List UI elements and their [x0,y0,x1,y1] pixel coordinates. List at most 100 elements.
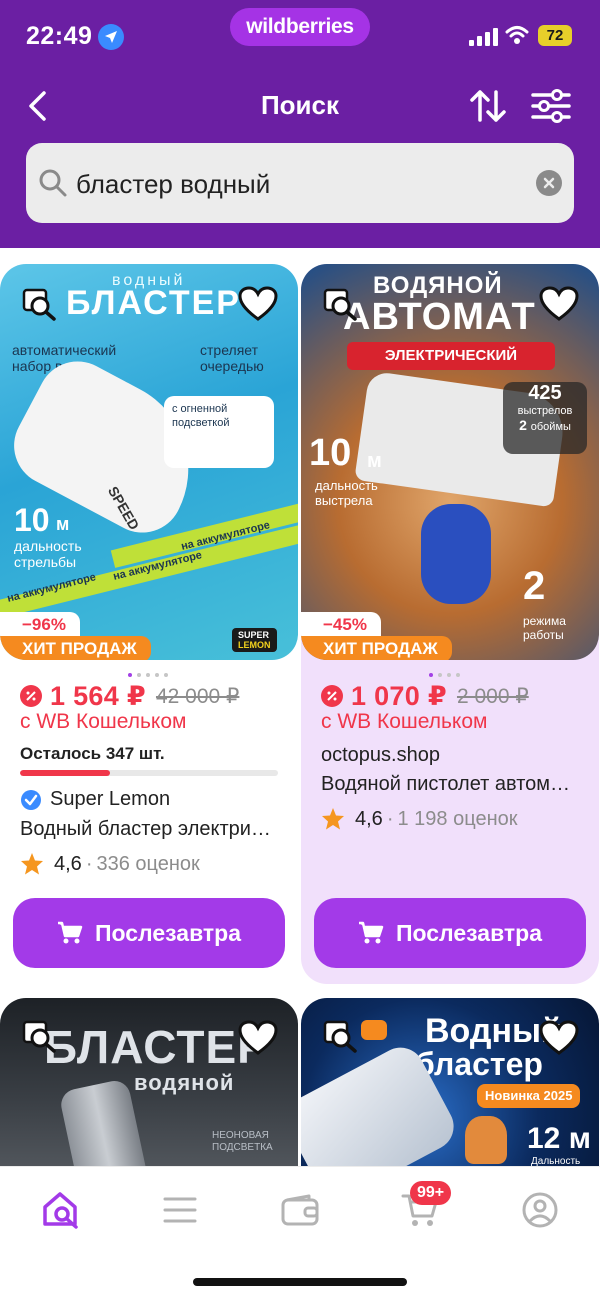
heart-icon[interactable] [539,1020,579,1056]
menu-icon [163,1197,197,1223]
similar-search-icon[interactable] [323,288,359,322]
heart-icon[interactable] [238,286,278,322]
header: 22:49 wildberries 72 Поиск [0,0,600,248]
image-text: режима работы [523,614,566,642]
delivery-label: Послезавтра [94,919,242,946]
image-pagination [429,664,489,677]
cart-icon [57,921,83,944]
price: 1 564 ₽ [50,680,146,711]
cat-illustration [465,1116,507,1164]
product-photo [421,504,491,604]
pagination-dot [447,673,451,677]
discount-badge: −45% [301,612,381,638]
image-text: 2 [523,564,546,608]
image-text: водяной [134,1070,235,1095]
image-ribbon: ЭЛЕКТРИЧЕСКИЙ [347,342,555,370]
image-badge: Новинка 2025 [477,1084,581,1108]
price-row: 1 070 ₽ 2 000 ₽ [321,679,529,713]
image-text: м [367,450,382,472]
pagination-dot [137,673,141,677]
image-text: 10 [14,502,50,538]
brand-row[interactable]: Super Lemon [20,788,170,811]
profile-icon [522,1192,558,1228]
nav-profile[interactable] [518,1189,562,1231]
location-arrow-icon [98,24,124,50]
image-text: АВТОМАТ [343,296,536,338]
bestseller-badge: ХИТ ПРОДАЖ [0,636,151,660]
brand-name: Super Lemon [50,788,171,810]
nav-wallet[interactable] [278,1189,322,1231]
search-icon [39,169,67,197]
image-pagination [128,664,188,677]
pagination-dot [164,673,168,677]
pagination-dot [438,673,442,677]
nav-catalog[interactable] [158,1189,202,1231]
image-text: 10 [309,432,352,474]
signal-icon [469,28,498,46]
brand-logo-image: SUPER LEMON [232,628,277,652]
cart-count-badge: 99+ [410,1181,452,1205]
filter-icon [531,89,571,123]
separator: · [386,807,394,830]
rating-value: 4,6 [54,852,82,875]
add-to-cart-button[interactable]: Послезавтра [13,898,285,968]
product-card[interactable]: Водный бластер Новинка 2025 12 м Дальнос… [301,998,599,1168]
old-price: 42 000 ₽ [155,684,240,708]
home-indicator [193,1278,407,1286]
heart-icon[interactable] [539,286,579,322]
clear-search-button[interactable] [536,170,562,196]
brand-logo: wildberries [230,8,370,46]
search-bar[interactable] [26,143,574,223]
verified-icon [21,789,41,810]
image-text: дальность выстрела [315,478,378,508]
pagination-dot [429,673,433,677]
shop-name[interactable]: octopus.shop [321,744,440,767]
percent-icon [321,685,343,707]
rating-row: 4,6 · 336 оценок [20,852,200,876]
page-title: Поиск [260,90,340,120]
sort-icon [470,90,506,122]
product-card[interactable]: водный БЛАСТЕР автоматический набор воды… [0,264,298,984]
percent-icon [20,685,42,707]
status-time: 22:49 [26,22,93,50]
product-card[interactable]: БЛАСТЕР водяной НЕОНОВАЯ ПОДСВЕТКА [0,998,298,1168]
wifi-icon [505,26,529,44]
similar-search-icon[interactable] [323,1020,359,1054]
nav-home-search[interactable] [38,1189,82,1231]
filter-button[interactable] [530,86,572,126]
image-text: стреляет очередью [200,342,264,374]
image-text: НЕОНОВАЯ ПОДСВЕТКА [212,1130,273,1153]
search-input[interactable] [76,167,516,201]
add-to-cart-button[interactable]: Послезавтра [314,898,586,968]
pagination-dot [146,673,150,677]
discount-badge: −96% [0,612,80,638]
sort-button[interactable] [468,86,508,126]
stock-bar [20,770,278,776]
delivery-label: Послезавтра [395,919,543,946]
rating-value: 4,6 [355,807,383,830]
image-text: дальность стрельбы [14,538,82,570]
stock-text: Осталось 347 шт. [20,744,165,763]
image-text: БЛАСТЕР [66,284,241,322]
wallet-icon [281,1194,319,1226]
star-icon [21,853,43,875]
cart-icon [358,921,384,944]
reviews-count: 336 оценок [96,852,200,875]
reviews-count: 1 198 оценок [397,807,518,830]
product-card[interactable]: ВОДЯНОЙ АВТОМАТ ЭЛЕКТРИЧЕСКИЙ 10 м дальн… [301,264,599,984]
image-text: 12 м [527,1122,591,1155]
similar-search-icon[interactable] [22,288,58,322]
price-row: 1 564 ₽ 42 000 ₽ [20,679,239,713]
bestseller-badge: ХИТ ПРОДАЖ [301,636,452,660]
stats-box: 425 выстрелов 2 обоймы [503,382,587,454]
product-image[interactable]: водный БЛАСТЕР автоматический набор воды… [0,264,298,660]
old-price: 2 000 ₽ [456,684,529,708]
image-callout: с огненной подсветкой [164,396,274,468]
pagination-dot [456,673,460,677]
play-badge [361,1020,387,1040]
heart-icon[interactable] [238,1020,278,1056]
product-image[interactable]: ВОДЯНОЙ АВТОМАТ ЭЛЕКТРИЧЕСКИЙ 10 м дальн… [301,264,599,660]
wallet-note: с WB Кошельком [321,710,488,733]
similar-search-icon[interactable] [22,1020,58,1054]
image-text: м [56,514,70,534]
